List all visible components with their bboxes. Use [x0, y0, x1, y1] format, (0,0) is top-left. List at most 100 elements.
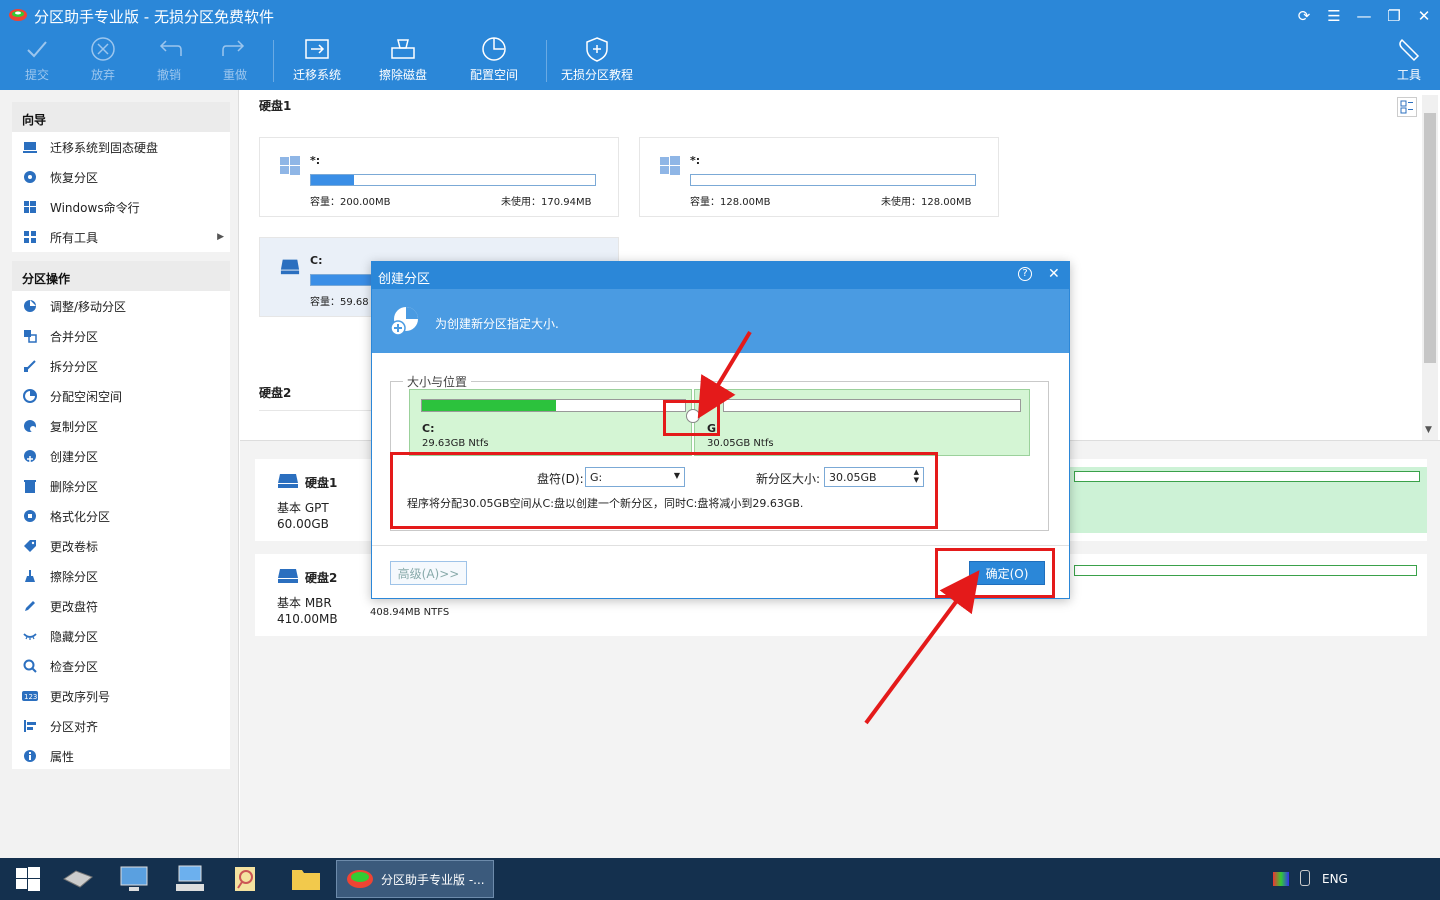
create-icon — [22, 448, 38, 464]
sidebar-item-properties[interactable]: 属性 — [12, 741, 230, 771]
sidebar-item-recover-partition[interactable]: 恢复分区 — [12, 162, 230, 192]
scroll-down-icon[interactable]: ▼ — [1425, 425, 1432, 435]
split-icon — [22, 358, 38, 374]
refresh-icon[interactable]: ⟳ — [1291, 4, 1317, 28]
sidebar-item-check[interactable]: 检查分区 — [12, 651, 230, 681]
partition-card-2[interactable]: *: 容量：128.00MB 未使用：128.00MB — [639, 137, 999, 217]
recover-icon — [22, 169, 38, 185]
migrate-ssd-icon — [22, 139, 38, 155]
create-partition-icon — [390, 307, 418, 335]
taskbar-folder-app[interactable] — [278, 860, 334, 898]
window-title: 分区助手专业版 - 无损分区免费软件 — [34, 8, 274, 26]
sidebar-item-wipe[interactable]: 擦除分区 — [12, 561, 230, 591]
close-button[interactable]: ✕ — [1411, 4, 1437, 28]
monitor-keyboard-icon — [176, 865, 204, 891]
partition-c-block[interactable]: C: 29.63GB Ntfs — [409, 389, 692, 456]
usage-bar — [310, 174, 596, 186]
discard-button[interactable]: 放弃 — [68, 36, 138, 86]
view-toggle-icon[interactable] — [1397, 97, 1417, 117]
tray-color-icon[interactable] — [1273, 872, 1289, 886]
annotation-box-handle — [663, 400, 720, 436]
merge-icon — [22, 328, 38, 344]
resize-icon — [22, 298, 38, 314]
usage-fill — [311, 175, 354, 185]
allocate-space-button[interactable]: 配置空间 — [459, 36, 529, 86]
svg-text:123: 123 — [24, 693, 37, 701]
start-button[interactable] — [0, 860, 56, 898]
windows-start-icon — [16, 867, 40, 891]
pie-icon — [482, 37, 506, 61]
language-indicator[interactable]: ENG — [1322, 872, 1348, 886]
taskbar-computer-app[interactable] — [106, 860, 162, 898]
broom-icon — [22, 568, 38, 584]
taskbar-search-app[interactable] — [218, 860, 274, 898]
hidden-eye-icon — [22, 628, 38, 644]
migrate-os-button[interactable]: 迁移系统 — [282, 36, 352, 86]
commit-button[interactable]: 提交 — [2, 36, 72, 86]
sidebar-item-resize[interactable]: 调整/移动分区 — [12, 291, 230, 321]
sidebar-item-format[interactable]: 格式化分区 — [12, 501, 230, 531]
disk1-header: 硬盘1 — [259, 99, 292, 113]
serial-number-icon: 123 — [22, 688, 38, 704]
sidebar: 向导 迁移系统到固态硬盘 恢复分区 Windows命令行 所有工具 ▶ 分区操作 … — [0, 90, 239, 858]
advanced-button[interactable]: 高级(A)>> — [390, 561, 467, 585]
disk2-header: 硬盘2 — [259, 386, 292, 400]
title-bar: 分区助手专业版 - 无损分区免费软件 ⟳ ☰ — ❐ ✕ 提交 放弃 撤销 重做… — [0, 0, 1440, 90]
folder-icon — [292, 870, 320, 890]
sidebar-item-change-letter[interactable]: 更改盘符 — [12, 591, 230, 621]
dialog-titlebar: 创建分区 ? ✕ — [372, 262, 1069, 289]
drive-icon — [278, 569, 298, 583]
help-icon[interactable]: ? — [1018, 267, 1032, 281]
minimize-button[interactable]: — — [1351, 4, 1377, 28]
vertical-scrollbar[interactable]: ▼ — [1422, 95, 1438, 440]
trash-icon — [22, 478, 38, 494]
sidebar-item-copy[interactable]: 复制分区 — [12, 411, 230, 441]
sidebar-item-create[interactable]: 创建分区 — [12, 441, 230, 471]
pencil-icon — [22, 598, 38, 614]
sidebar-item-allocate-free[interactable]: 分配空闲空间 — [12, 381, 230, 411]
sidebar-item-serial[interactable]: 123 更改序列号 — [12, 681, 230, 711]
search-doc-icon — [235, 867, 255, 891]
partition-g-bar — [723, 399, 1021, 412]
copy-icon — [22, 418, 38, 434]
discard-icon — [91, 37, 115, 61]
partition-bar[interactable] — [1074, 565, 1417, 576]
menu-icon[interactable]: ☰ — [1321, 4, 1347, 28]
usage-bar — [690, 174, 976, 186]
check-icon — [27, 41, 47, 58]
partition-bar — [1074, 471, 1420, 482]
sidebar-item-delete[interactable]: 删除分区 — [12, 471, 230, 501]
dialog-banner: 为创建新分区指定大小. — [372, 289, 1069, 353]
shield-icon — [586, 37, 608, 62]
scroll-thumb[interactable] — [1424, 113, 1436, 363]
taskbar-drive-app[interactable] — [50, 860, 106, 898]
undo-button[interactable]: 撤销 — [134, 36, 204, 86]
taskbar-active-app[interactable]: 分区助手专业版 -... — [336, 860, 494, 898]
migrate-icon — [305, 39, 329, 59]
sidebar-item-hide[interactable]: 隐藏分区 — [12, 621, 230, 651]
wipe-disk-icon — [391, 39, 415, 59]
dialog-close-icon[interactable]: ✕ — [1048, 266, 1060, 282]
sidebar-item-all-tools[interactable]: 所有工具 ▶ — [12, 222, 230, 252]
partition-block[interactable] — [1070, 467, 1427, 533]
sidebar-item-split[interactable]: 拆分分区 — [12, 351, 230, 381]
annotation-box-settings — [390, 452, 938, 529]
info-icon — [22, 748, 38, 764]
wizard-panel: 向导 迁移系统到固态硬盘 恢复分区 Windows命令行 所有工具 ▶ — [12, 102, 230, 252]
partition-card-1[interactable]: *: 容量：200.00MB 未使用：170.94MB — [259, 137, 619, 217]
tutorial-button[interactable]: 无损分区教程 — [554, 36, 640, 86]
grid-icon — [22, 229, 38, 245]
restore-button[interactable]: ❐ — [1381, 4, 1407, 28]
sidebar-item-change-label[interactable]: 更改卷标 — [12, 531, 230, 561]
sidebar-item-migrate-ssd[interactable]: 迁移系统到固态硬盘 — [12, 132, 230, 162]
sidebar-item-windows-cmd[interactable]: Windows命令行 — [12, 192, 230, 222]
partition-g-block[interactable]: G: 30.05GB Ntfs — [694, 389, 1030, 456]
taskbar-keyboard-app[interactable] — [162, 860, 218, 898]
partition-c-fill — [422, 400, 557, 411]
tools-button[interactable]: 工具 — [1374, 36, 1440, 86]
sidebar-item-merge[interactable]: 合并分区 — [12, 321, 230, 351]
redo-button[interactable]: 重做 — [200, 36, 270, 86]
tray-device-icon[interactable] — [1300, 870, 1310, 886]
wipe-disk-button[interactable]: 擦除磁盘 — [368, 36, 438, 86]
sidebar-item-align[interactable]: 分区对齐 — [12, 711, 230, 741]
